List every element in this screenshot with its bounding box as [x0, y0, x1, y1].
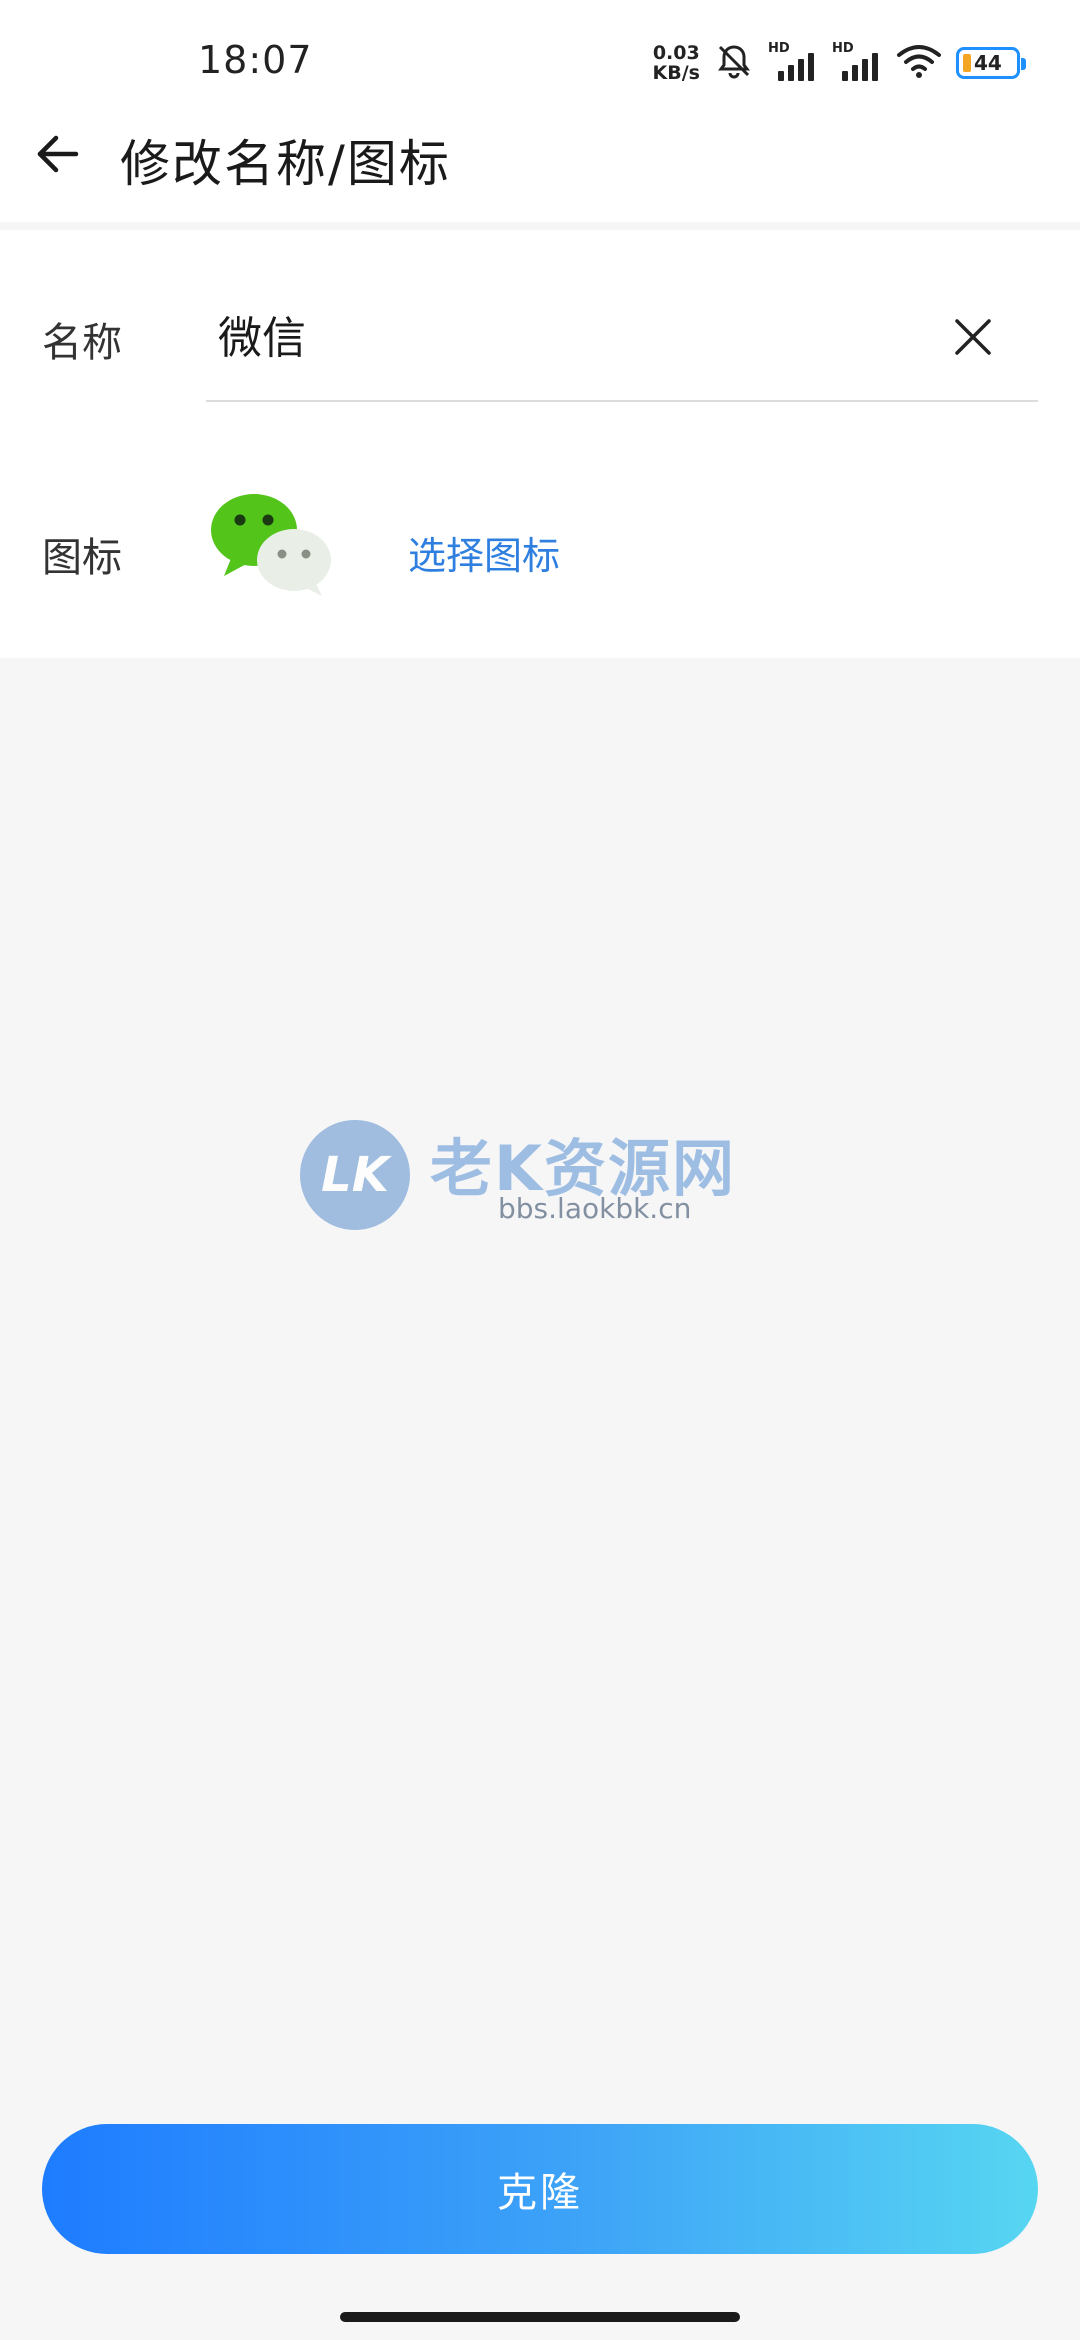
net-speed-unit: KB/s [652, 62, 700, 84]
status-icons: 0.03 KB/s HD HD 44 [653, 38, 1026, 88]
mute-bell-icon [714, 41, 754, 85]
status-bar: 18:07 0.03 KB/s HD HD 44 [0, 0, 1080, 120]
clone-button[interactable]: 克隆 [42, 2124, 1038, 2254]
clear-button[interactable] [948, 314, 998, 364]
watermark-url: bbs.laokbk.cn [498, 1192, 692, 1225]
watermark: LK 老K资源网 bbs.laokbk.cn [230, 1080, 830, 1280]
wechat-icon [210, 492, 334, 600]
watermark-logo: LK [300, 1120, 410, 1230]
page-header: 修改名称/图标 [0, 120, 1080, 222]
name-label: 名称 [42, 320, 122, 366]
wifi-icon [896, 43, 942, 83]
status-time: 18:07 [198, 38, 313, 82]
icon-label: 图标 [42, 535, 122, 581]
home-indicator[interactable] [340, 2312, 740, 2322]
back-arrow-icon [36, 134, 80, 178]
name-field [206, 280, 1038, 402]
net-speed-value: 0.03 [652, 42, 700, 64]
close-icon [953, 317, 993, 361]
name-input[interactable] [218, 308, 918, 359]
battery-level: 44 [974, 51, 1002, 75]
signal-sim2-icon: HD [832, 41, 882, 83]
back-button[interactable] [28, 126, 88, 186]
choose-icon-link[interactable]: 选择图标 [408, 525, 560, 580]
signal-sim1-icon: HD [768, 41, 818, 83]
battery-icon: 44 [956, 47, 1026, 79]
form-card: 名称 图标 选择图标 [0, 230, 1080, 658]
net-speed: 0.03 KB/s [653, 43, 700, 83]
page-title: 修改名称/图标 [120, 135, 451, 193]
